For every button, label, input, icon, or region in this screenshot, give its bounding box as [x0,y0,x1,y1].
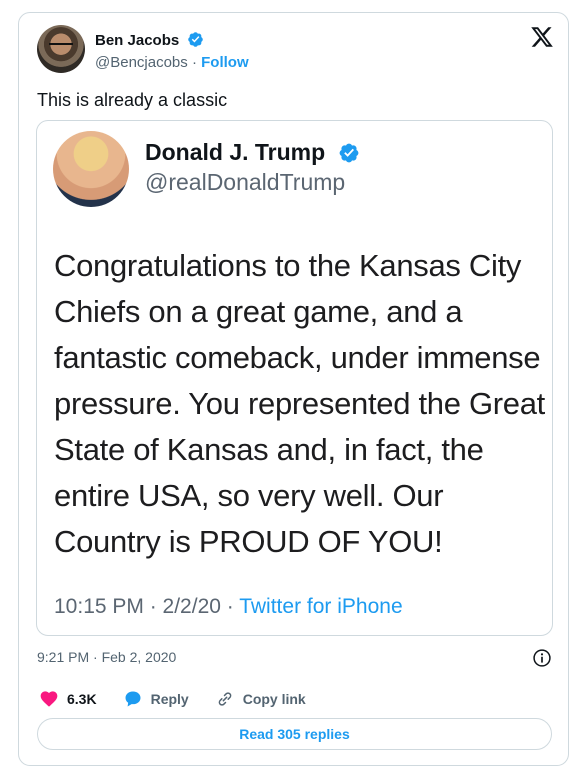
quoted-tweet-time: 10:15 PM · 2/2/20 · [54,595,240,618]
like-button[interactable]: 6.3K [39,689,97,709]
heart-icon [40,691,58,707]
action-bar: 6.3K Reply Copy link [39,688,332,710]
follow-link[interactable]: Follow [201,54,249,71]
author-meta: @Bencjacobs · Follow [95,54,249,71]
reply-label: Reply [150,691,189,707]
author-avatar[interactable] [37,25,85,73]
link-icon [218,692,232,706]
reply-button[interactable]: Reply [123,689,189,709]
quoted-tweet-meta: 10:15 PM · 2/2/20 · Twitter for iPhone [54,595,403,619]
quoted-tweet-source[interactable]: Twitter for iPhone [239,595,402,618]
info-icon[interactable] [532,648,552,668]
quoted-author-avatar[interactable] [53,131,129,207]
reply-bubble-icon [125,691,141,707]
like-count: 6.3K [67,691,97,707]
tweet-timestamp[interactable]: 9:21 PM · Feb 2, 2020 [37,649,176,665]
verified-icon [339,143,358,163]
x-logo-icon[interactable] [530,25,554,49]
embedded-tweet-card: Ben Jacobs @Bencjacobs · Follow This is … [18,12,569,766]
copy-link-button[interactable]: Copy link [215,689,306,709]
quoted-author-handle[interactable]: @realDonaldTrump [145,169,345,196]
meta-separator: · [187,54,202,71]
author-name[interactable]: Ben Jacobs [95,32,179,49]
tweet-text: This is already a classic [37,90,228,110]
verified-icon [188,32,204,47]
copy-link-label: Copy link [242,691,306,707]
read-replies-button[interactable]: Read 305 replies [37,718,552,750]
quoted-author-name-row[interactable]: Donald J. Trump [145,139,360,166]
quoted-tweet[interactable]: Donald J. Trump @realDonaldTrump Congrat… [36,120,553,636]
author-handle[interactable]: @Bencjacobs [95,54,188,71]
author-name-row[interactable]: Ben Jacobs [95,31,204,49]
quoted-author-name[interactable]: Donald J. Trump [145,139,325,165]
quoted-tweet-text: Congratulations to the Kansas City Chief… [54,248,545,559]
